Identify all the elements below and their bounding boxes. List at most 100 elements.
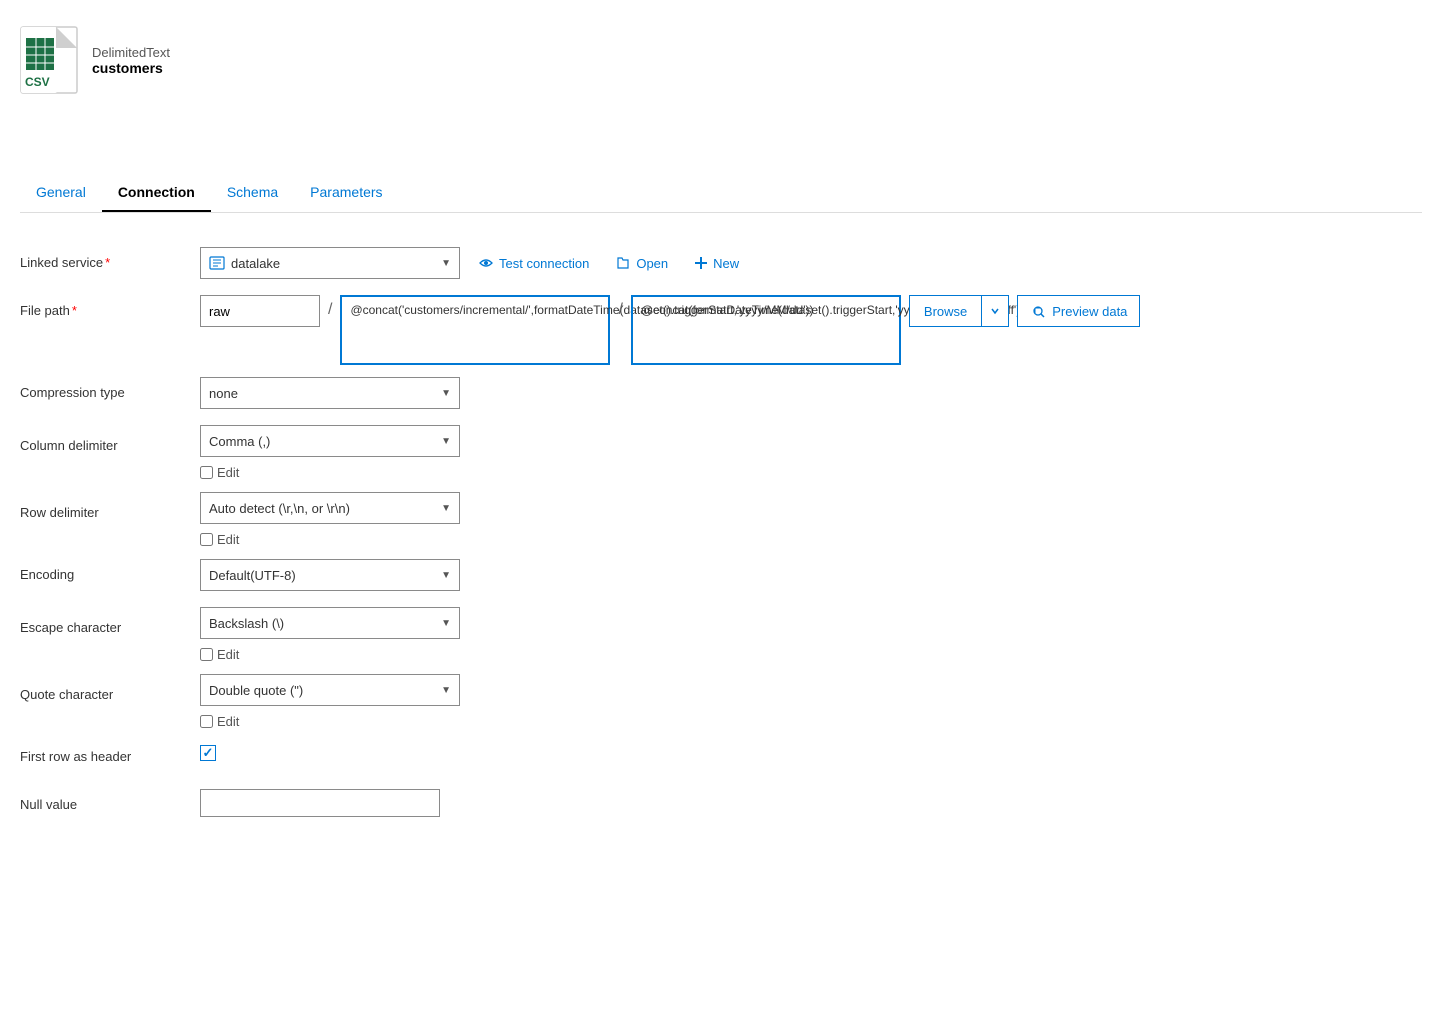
tab-general[interactable]: General <box>20 174 102 212</box>
quote-edit-checkbox[interactable] <box>200 715 213 728</box>
column-delimiter-chevron: ▼ <box>441 436 451 447</box>
linked-service-dropdown[interactable]: datalake ▼ <box>200 247 460 279</box>
row-delimiter-chevron: ▼ <box>441 503 451 514</box>
column-delimiter-dropdown[interactable]: Comma (,) ▼ <box>200 425 460 457</box>
linked-service-row: Linked service* datalake ▼ <box>20 247 1422 283</box>
escape-edit-checkbox[interactable] <box>200 648 213 661</box>
quote-char-row: Quote character Double quote (") ▼ Edit <box>20 674 1422 729</box>
row-delimiter-edit: Edit <box>20 528 239 547</box>
linked-service-value: datalake <box>231 256 441 271</box>
file-path-expression-1[interactable]: @concat('customers/incremental/',formatD… <box>340 295 610 365</box>
row-edit-checkbox[interactable] <box>200 533 213 546</box>
browse-group: Browse <box>909 295 1009 327</box>
compression-type-row: Compression type none ▼ <box>20 377 1422 413</box>
escape-char-chevron: ▼ <box>441 618 451 629</box>
linked-service-controls: datalake ▼ Test connection Open <box>200 247 1422 279</box>
quote-char-control: Double quote (") ▼ <box>200 674 1422 706</box>
preview-icon <box>1030 303 1046 319</box>
dataset-type: DelimitedText <box>92 45 170 60</box>
compression-type-value: none <box>209 386 441 401</box>
null-value-row: Null value <box>20 789 1422 825</box>
encoding-label: Encoding <box>20 559 200 582</box>
quote-char-chevron: ▼ <box>441 685 451 696</box>
null-value-input[interactable] <box>200 789 440 817</box>
first-row-header-label: First row as header <box>20 741 200 764</box>
file-path-expression-2[interactable]: @concat(formatDateTime(dataset().trigger… <box>631 295 901 365</box>
open-icon <box>615 255 631 271</box>
escape-char-dropdown[interactable]: Backslash (\) ▼ <box>200 607 460 639</box>
first-row-checkbox[interactable]: ✓ <box>200 745 216 761</box>
test-connection-button[interactable]: Test connection <box>470 249 597 277</box>
escape-edit-label: Edit <box>217 647 239 662</box>
compression-type-dropdown[interactable]: none ▼ <box>200 377 460 409</box>
browse-dropdown-icon <box>990 306 1000 316</box>
escape-char-main: Escape character Backslash (\) ▼ <box>20 607 1422 639</box>
path-separator-1: / <box>328 295 332 319</box>
linked-service-label: Linked service* <box>20 247 200 270</box>
first-row-header-row: First row as header ✓ <box>20 741 1422 777</box>
file-path-label: File path* <box>20 295 200 318</box>
column-delimiter-label: Column delimiter <box>20 430 200 453</box>
row-delimiter-dropdown[interactable]: Auto detect (\r,\n, or \r\n) ▼ <box>200 492 460 524</box>
browse-button[interactable]: Browse <box>909 295 982 327</box>
escape-char-label: Escape character <box>20 612 200 635</box>
encoding-row: Encoding Default(UTF-8) ▼ <box>20 559 1422 595</box>
open-button[interactable]: Open <box>607 249 676 277</box>
compression-type-control: none ▼ <box>200 377 1422 409</box>
encoding-value: Default(UTF-8) <box>209 568 441 583</box>
null-value-label: Null value <box>20 789 200 812</box>
test-connection-icon <box>478 255 494 271</box>
encoding-dropdown[interactable]: Default(UTF-8) ▼ <box>200 559 460 591</box>
file-path-row: File path* / @concat('customers/incremen… <box>20 295 1422 365</box>
column-edit-checkbox[interactable] <box>200 466 213 479</box>
new-button[interactable]: New <box>686 250 747 277</box>
row-delimiter-main: Row delimiter Auto detect (\r,\n, or \r\… <box>20 492 1422 524</box>
column-delimiter-main: Column delimiter Comma (,) ▼ <box>20 425 1422 457</box>
linked-service-chevron: ▼ <box>441 258 451 269</box>
row-delimiter-control: Auto detect (\r,\n, or \r\n) ▼ <box>200 492 1422 524</box>
tab-bar: General Connection Schema Parameters <box>20 174 1422 213</box>
column-delimiter-row: Column delimiter Comma (,) ▼ Edit <box>20 425 1422 480</box>
column-delimiter-control: Comma (,) ▼ <box>200 425 1422 457</box>
compression-type-label: Compression type <box>20 377 200 400</box>
escape-char-value: Backslash (\) <box>209 616 441 631</box>
tab-parameters[interactable]: Parameters <box>294 174 398 212</box>
preview-data-button[interactable]: Preview data <box>1017 295 1140 327</box>
quote-char-edit: Edit <box>20 710 239 729</box>
row-edit-label: Edit <box>217 532 239 547</box>
checkmark-icon: ✓ <box>203 745 214 761</box>
escape-char-edit: Edit <box>20 643 239 662</box>
file-path-inputs: / @concat('customers/incremental/',forma… <box>200 295 1140 365</box>
column-edit-sub: Edit <box>200 465 239 480</box>
first-row-header-control: ✓ <box>200 741 1422 761</box>
encoding-chevron: ▼ <box>441 570 451 581</box>
file-path-controls: / @concat('customers/incremental/',forma… <box>200 295 1422 365</box>
column-delimiter-edit: Edit <box>20 461 239 480</box>
null-value-control <box>200 789 1422 817</box>
browse-chevron-button[interactable] <box>982 295 1009 327</box>
quote-char-value: Double quote (") <box>209 683 441 698</box>
tab-connection[interactable]: Connection <box>102 174 211 212</box>
row-edit-sub: Edit <box>200 532 239 547</box>
quote-edit-label: Edit <box>217 714 239 729</box>
quote-char-main: Quote character Double quote (") ▼ <box>20 674 1422 706</box>
quote-char-dropdown[interactable]: Double quote (") ▼ <box>200 674 460 706</box>
new-icon <box>694 256 708 270</box>
quote-edit-sub: Edit <box>200 714 239 729</box>
svg-text:CSV: CSV <box>25 75 50 89</box>
escape-char-row: Escape character Backslash (\) ▼ Edit <box>20 607 1422 662</box>
quote-char-label: Quote character <box>20 679 200 702</box>
row-delimiter-label: Row delimiter <box>20 497 200 520</box>
escape-edit-sub: Edit <box>200 647 239 662</box>
dataset-name: customers <box>92 60 170 76</box>
column-edit-label: Edit <box>217 465 239 480</box>
csv-icon: CSV <box>20 26 78 94</box>
tab-schema[interactable]: Schema <box>211 174 294 212</box>
path-separator-2: / <box>618 295 622 319</box>
row-delimiter-row: Row delimiter Auto detect (\r,\n, or \r\… <box>20 492 1422 547</box>
file-path-container-input[interactable] <box>200 295 320 327</box>
encoding-control: Default(UTF-8) ▼ <box>200 559 1422 591</box>
connection-form: Linked service* datalake ▼ <box>20 237 1422 847</box>
header-text: DelimitedText customers <box>92 45 170 76</box>
column-delimiter-value: Comma (,) <box>209 434 441 449</box>
